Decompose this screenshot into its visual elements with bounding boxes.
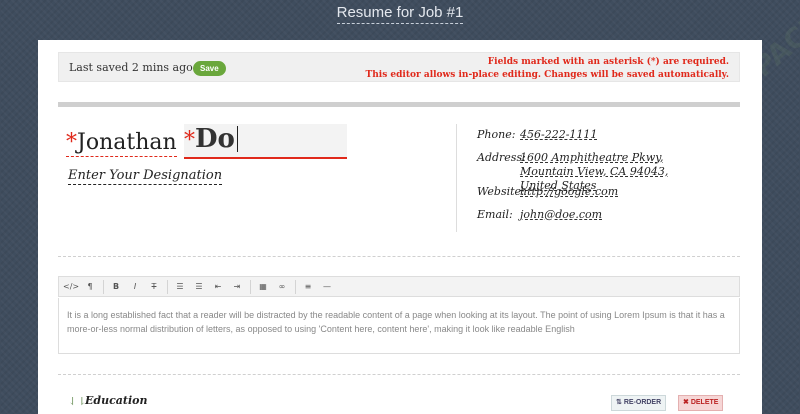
editor-notice: Fields marked with an asterisk (*) are r… xyxy=(366,56,729,82)
toolbar-separator xyxy=(103,279,104,294)
phone-field[interactable]: 456-222-1111 xyxy=(520,128,700,142)
reorder-label: RE-ORDER xyxy=(623,399,662,406)
summary-editor[interactable]: It is a long established fact that a rea… xyxy=(58,298,740,354)
editor-toolbar: </> ¶ B I T ☰ ☰ ⇤ ⇥ ▦ ∞ ≡ — xyxy=(58,276,740,297)
save-button[interactable]: Save xyxy=(193,61,226,76)
vertical-divider xyxy=(456,124,457,232)
required-fields-notice: Fields marked with an asterisk (*) are r… xyxy=(487,57,729,67)
save-status-bar: Last saved 2 mins ago Save Fields marked… xyxy=(58,52,740,82)
page-title: Resume for Job #1 xyxy=(0,4,800,24)
education-section-title[interactable]: Education xyxy=(85,394,148,407)
last-name-text: Do xyxy=(195,124,235,154)
email-label: Email: xyxy=(477,208,513,221)
delete-button[interactable]: ✖ DELETE xyxy=(678,395,724,411)
bold-icon[interactable]: B xyxy=(108,282,124,291)
indent-icon[interactable]: ⇥ xyxy=(229,282,245,291)
horizontal-rule-icon[interactable]: — xyxy=(319,282,335,291)
address-label: Address: xyxy=(477,151,526,164)
first-name-field[interactable]: *Jonathan xyxy=(66,130,177,157)
toolbar-separator xyxy=(295,279,296,294)
graduation-icon: ⇃⇂ xyxy=(68,395,87,408)
outdent-icon[interactable]: ⇤ xyxy=(210,282,226,291)
reorder-button[interactable]: ⇅ RE-ORDER xyxy=(611,395,667,411)
table-icon[interactable]: ▦ xyxy=(255,282,271,291)
phone-label: Phone: xyxy=(477,128,516,141)
italic-icon[interactable]: I xyxy=(127,282,143,291)
header-divider xyxy=(58,102,740,107)
html-source-icon[interactable]: </> xyxy=(63,282,79,291)
required-asterisk: * xyxy=(66,130,77,155)
toolbar-separator xyxy=(250,279,251,294)
first-name-text: Jonathan xyxy=(77,130,177,155)
website-field[interactable]: http://google.com xyxy=(520,185,700,199)
resume-sheet: Last saved 2 mins ago Save Fields marked… xyxy=(38,40,762,414)
toolbar-separator xyxy=(167,279,168,294)
ordered-list-icon[interactable]: ☰ xyxy=(191,282,207,291)
align-icon[interactable]: ≡ xyxy=(300,282,316,291)
in-place-editing-notice: This editor allows in-place editing. Cha… xyxy=(365,70,729,80)
paragraph-icon[interactable]: ¶ xyxy=(82,282,98,291)
text-cursor xyxy=(236,126,238,152)
email-field[interactable]: john@doe.com xyxy=(520,208,700,222)
section-divider xyxy=(58,374,740,375)
link-icon[interactable]: ∞ xyxy=(274,282,290,291)
last-saved-text: Last saved 2 mins ago xyxy=(69,61,193,74)
last-name-field[interactable]: *Do xyxy=(184,124,347,159)
strikethrough-icon[interactable]: T xyxy=(146,282,162,291)
required-asterisk: * xyxy=(184,128,195,153)
unordered-list-icon[interactable]: ☰ xyxy=(172,282,188,291)
section-divider xyxy=(58,256,740,257)
page-title-text[interactable]: Resume for Job #1 xyxy=(336,4,464,24)
delete-label: DELETE xyxy=(690,399,719,406)
designation-field[interactable]: Enter Your Designation xyxy=(68,168,223,185)
website-label: Website: xyxy=(477,185,525,198)
